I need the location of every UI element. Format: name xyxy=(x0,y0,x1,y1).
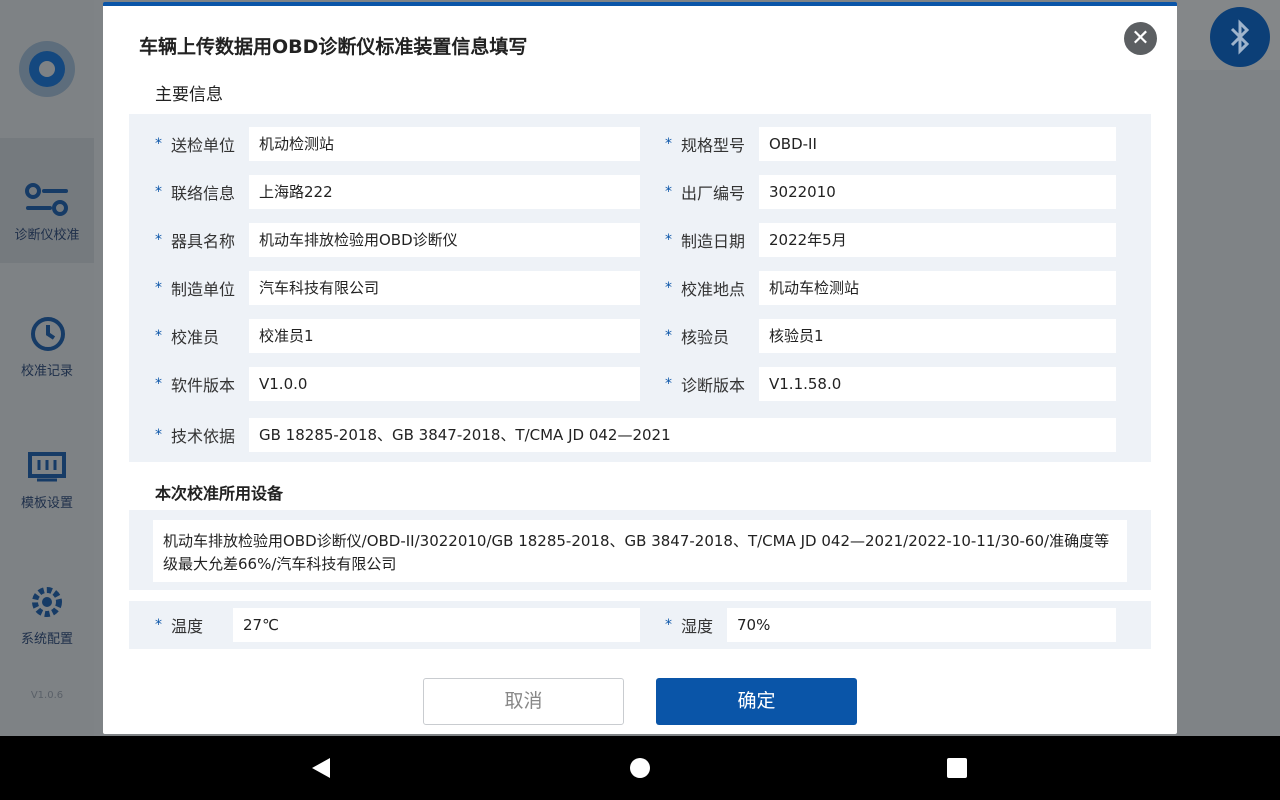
basis-field[interactable]: GB 18285-2018、GB 3847-2018、T/CMA JD 042—… xyxy=(249,418,1116,452)
sidebar: 诊断仪校准 校准记录 模板设置 系统配置 V1.0.6 xyxy=(0,0,94,736)
sidebar-item-label: 模板设置 xyxy=(20,496,73,511)
verifier-label: 核验员 xyxy=(681,328,730,347)
verifier-field[interactable]: 核验员1 xyxy=(759,319,1116,353)
device-name-field[interactable]: 机动车排放检验用OBD诊断仪 xyxy=(249,223,640,257)
required-mark: * xyxy=(665,376,672,392)
serial-label: 出厂编号 xyxy=(681,184,746,203)
humidity-row: * 湿度 xyxy=(665,608,713,642)
calibrator-label: 校准员 xyxy=(171,328,220,347)
required-mark: * xyxy=(665,232,672,248)
software-label: 软件版本 xyxy=(171,376,236,395)
required-mark: * xyxy=(155,617,162,633)
confirm-button[interactable]: 确定 xyxy=(656,678,857,725)
required-mark: * xyxy=(155,232,162,248)
back-icon[interactable] xyxy=(312,758,330,778)
device-name-label: 器具名称 xyxy=(171,232,236,251)
model-label: 规格型号 xyxy=(681,136,746,155)
required-mark: * xyxy=(155,427,162,443)
home-icon[interactable] xyxy=(630,758,650,778)
contact-row: * 联络信息 xyxy=(155,175,235,209)
temp-label: 温度 xyxy=(171,617,204,636)
cancel-button[interactable]: 取消 xyxy=(423,678,624,725)
manufacturer-label: 制造单位 xyxy=(171,280,236,299)
model-field[interactable]: OBD-II xyxy=(759,127,1116,161)
required-mark: * xyxy=(665,617,672,633)
template-icon xyxy=(28,452,66,482)
sidebar-item-system[interactable]: 系统配置 xyxy=(0,582,94,647)
sidebar-item-label: 诊断仪校准 xyxy=(14,228,80,243)
gear-icon xyxy=(32,587,62,617)
bluetooth-icon xyxy=(1230,19,1250,55)
sidebar-item-label: 系统配置 xyxy=(20,632,73,647)
temp-row: * 温度 xyxy=(155,608,203,642)
manufacturer-field[interactable]: 汽车科技有限公司 xyxy=(249,271,640,305)
mfg-date-row: * 制造日期 xyxy=(665,223,745,257)
sidebar-item-records[interactable]: 校准记录 xyxy=(0,314,94,379)
recents-icon[interactable] xyxy=(947,758,967,778)
app-logo-icon xyxy=(19,41,75,97)
diag-version-label: 诊断版本 xyxy=(681,376,746,395)
manufacturer-row: * 制造单位 xyxy=(155,271,235,305)
verifier-row: * 核验员 xyxy=(665,319,729,353)
sidebar-item-label: 校准记录 xyxy=(20,364,73,379)
mfg-date-field[interactable]: 2022年5月 xyxy=(759,223,1116,257)
section-main-info: 主要信息 xyxy=(155,85,223,105)
calibrator-field[interactable]: 校准员1 xyxy=(249,319,640,353)
location-label: 校准地点 xyxy=(681,280,746,299)
sender-row: * 送检单位 xyxy=(155,127,235,161)
location-field[interactable]: 机动车检测站 xyxy=(759,271,1116,305)
bluetooth-button[interactable] xyxy=(1210,7,1270,67)
required-mark: * xyxy=(155,184,162,200)
model-row: * 规格型号 xyxy=(665,127,745,161)
required-mark: * xyxy=(155,328,162,344)
history-icon xyxy=(31,317,65,351)
section-equipment: 本次校准所用设备 xyxy=(155,484,284,503)
required-mark: * xyxy=(665,280,672,296)
version-text: V1.0.6 xyxy=(30,690,64,701)
equipment-text[interactable]: 机动车排放检验用OBD诊断仪/OBD-II/3022010/GB 18285-2… xyxy=(153,520,1127,582)
diag-version-field[interactable]: V1.1.58.0 xyxy=(759,367,1116,401)
serial-row: * 出厂编号 xyxy=(665,175,745,209)
required-mark: * xyxy=(155,136,162,152)
required-mark: * xyxy=(665,328,672,344)
software-row: * 软件版本 xyxy=(155,367,235,401)
calibrator-row: * 校准员 xyxy=(155,319,219,353)
basis-row: * 技术依据 xyxy=(155,418,235,452)
close-button[interactable]: ✕ xyxy=(1124,22,1157,55)
software-field[interactable]: V1.0.0 xyxy=(249,367,640,401)
humidity-label: 湿度 xyxy=(681,617,714,636)
diag-version-row: * 诊断版本 xyxy=(665,367,745,401)
sliders-icon xyxy=(25,183,68,216)
humidity-field[interactable]: 70% xyxy=(727,608,1116,642)
sender-label: 送检单位 xyxy=(171,136,236,155)
required-mark: * xyxy=(155,376,162,392)
sender-field[interactable]: 机动检测站 xyxy=(249,127,640,161)
temp-field[interactable]: 27℃ xyxy=(233,608,640,642)
location-row: * 校准地点 xyxy=(665,271,745,305)
info-dialog: 车辆上传数据用OBD诊断仪标准装置信息填写 ✕ 主要信息 * 送检单位 机动检测… xyxy=(103,2,1177,734)
serial-field[interactable]: 3022010 xyxy=(759,175,1116,209)
basis-label: 技术依据 xyxy=(171,427,236,446)
contact-field[interactable]: 上海路222 xyxy=(249,175,640,209)
required-mark: * xyxy=(155,280,162,296)
contact-label: 联络信息 xyxy=(171,184,236,203)
required-mark: * xyxy=(665,184,672,200)
dialog-title: 车辆上传数据用OBD诊断仪标准装置信息填写 xyxy=(139,36,528,58)
sidebar-item-templates[interactable]: 模板设置 xyxy=(0,450,94,511)
sidebar-item-calibration[interactable]: 诊断仪校准 xyxy=(0,138,94,263)
mfg-date-label: 制造日期 xyxy=(681,232,746,251)
device-name-row: * 器具名称 xyxy=(155,223,235,257)
required-mark: * xyxy=(665,136,672,152)
